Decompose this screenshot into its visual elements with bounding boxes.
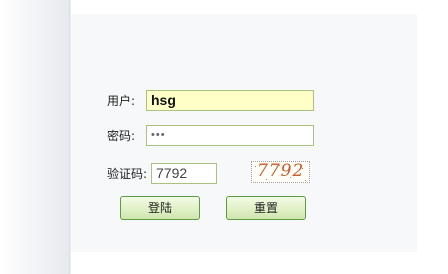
password-input[interactable]: •••	[146, 125, 314, 146]
password-label: 密码:	[107, 129, 136, 143]
captcha-input[interactable]: 7792	[151, 163, 217, 184]
panel-bottom-area	[71, 252, 448, 274]
captcha-label: 验证码:	[107, 167, 148, 181]
username-input[interactable]: hsg	[146, 90, 314, 111]
captcha-text: 7792	[257, 161, 305, 181]
username-label: 用户:	[107, 94, 136, 108]
login-button[interactable]: 登陆	[120, 196, 200, 220]
reset-button[interactable]: 重置	[226, 196, 306, 220]
captcha-image[interactable]: 7792	[251, 161, 310, 183]
left-sidebar	[0, 0, 70, 274]
